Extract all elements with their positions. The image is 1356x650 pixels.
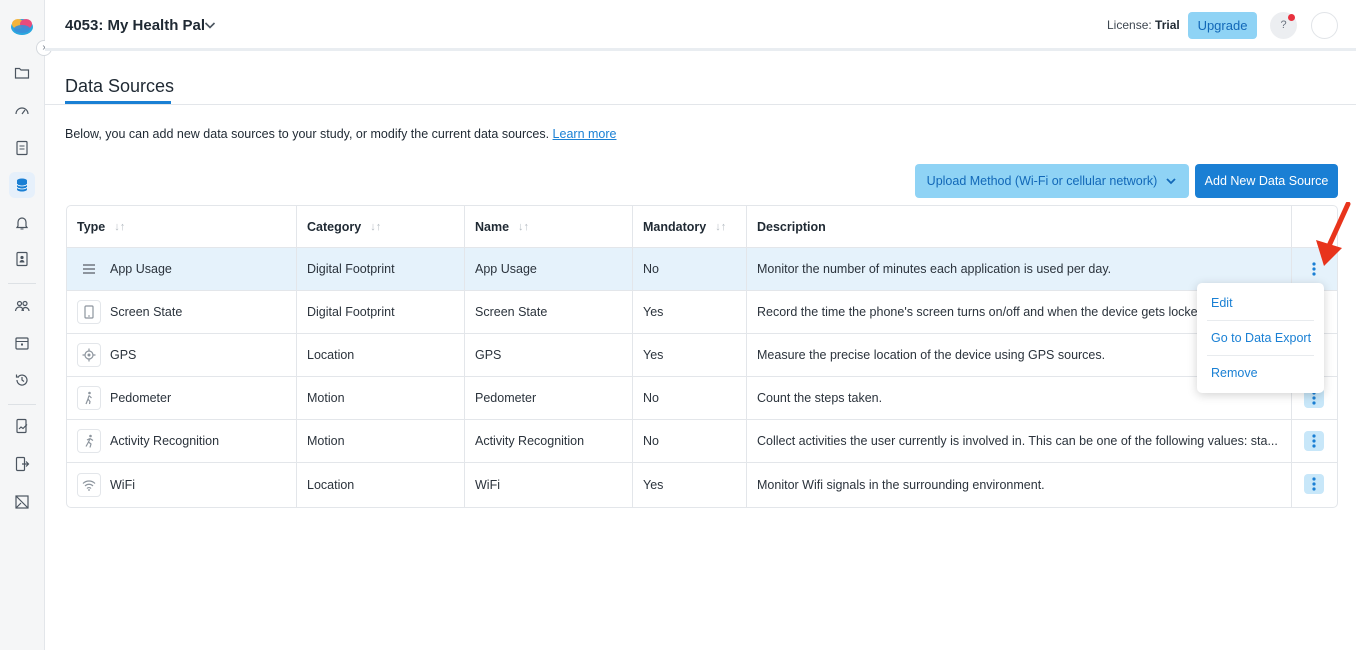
category-cell: Digital Footprint [307,262,395,276]
category-cell: Location [307,348,355,362]
name-cell: App Usage [475,262,537,276]
wifi-icon [77,472,101,497]
type-label: Screen State [110,305,183,319]
kebab-menu-icon [1312,434,1316,448]
nav-analytics-icon[interactable] [9,489,35,515]
table-row[interactable]: Pedometer Motion Pedometer No Count the … [67,377,1337,420]
mandatory-cell: No [643,391,659,405]
sort-icon[interactable]: ↓↑ [715,221,726,233]
category-cell: Motion [307,434,345,448]
table-row[interactable]: App Usage Digital Footprint App Usage No… [67,248,1337,291]
column-divider [746,206,747,507]
nav-calendar-icon[interactable] [9,330,35,356]
row-actions-button[interactable] [1304,474,1324,494]
chevron-down-icon[interactable] [203,18,217,32]
nav-document-icon[interactable] [9,135,35,161]
mandatory-cell: Yes [643,348,664,362]
upgrade-button[interactable]: Upgrade [1188,12,1257,39]
walking-icon [77,386,101,410]
nav-separator [8,404,36,405]
nav-export-icon[interactable] [9,451,35,477]
table-header-row: Type ↓↑ Category ↓↑ Name ↓↑ Mandatory ↓↑ Des… [67,206,1337,248]
running-icon [77,429,101,453]
column-header-name[interactable]: Name ↓↑ [465,206,633,247]
intro-sentence: Below, you can add new data sources to y… [65,127,550,141]
category-cell: Location [307,477,355,492]
category-cell: Motion [307,391,345,405]
column-divider [464,206,465,507]
data-sources-table: Type ↓↑ Category ↓↑ Name ↓↑ Mandatory ↓↑ Des… [66,205,1338,508]
sort-icon[interactable]: ↓↑ [518,221,529,233]
license-value: Trial [1155,18,1180,32]
intro-text: Below, you can add new data sources to y… [65,127,616,141]
sidebar: › [0,0,52,650]
gps-icon [77,343,101,367]
row-actions-button[interactable] [1304,431,1324,451]
menu-item-edit[interactable]: Edit [1197,286,1324,320]
column-header-description: Description [757,219,826,234]
study-title[interactable]: 4053: My Health Pal [65,17,205,34]
name-cell: WiFi [475,477,500,492]
sort-icon[interactable]: ↓↑ [114,221,125,233]
nav-history-icon[interactable] [9,367,35,393]
column-divider [296,206,297,507]
nav-bell-icon[interactable] [9,210,35,236]
upload-method-label: Upload Method (Wi-Fi or cellular network… [926,174,1158,188]
add-new-data-source-button[interactable]: Add New Data Source [1195,164,1338,198]
menu-item-go-to-data-export[interactable]: Go to Data Export [1197,321,1324,355]
upload-method-dropdown[interactable]: Upload Method (Wi-Fi or cellular network… [915,164,1189,198]
row-actions-menu: Edit Go to Data Export Remove [1197,283,1324,393]
type-label: WiFi [110,477,135,492]
kebab-menu-icon [1312,391,1316,405]
mandatory-cell: Yes [643,305,664,319]
category-cell: Digital Footprint [307,305,395,319]
app-usage-icon [77,257,101,281]
type-label: App Usage [110,262,172,276]
mandatory-cell: Yes [643,477,664,492]
type-label: GPS [110,348,137,362]
nav-contact-icon[interactable] [9,246,35,272]
table-row[interactable]: GPS Location GPS Yes Measure the precise… [67,334,1337,377]
description-cell: Collect activities the user currently is… [757,434,1278,448]
license-info: License: Trial [1107,18,1180,32]
type-label: Pedometer [110,391,172,405]
nav-separator [8,283,36,284]
menu-item-remove[interactable]: Remove [1197,356,1324,390]
table-row[interactable]: Screen State Digital Footprint Screen St… [67,291,1337,334]
name-cell: Activity Recognition [475,434,585,448]
annotation-arrow-icon [1316,202,1351,266]
name-cell: Pedometer [475,391,537,405]
nav-folder-icon[interactable] [9,60,35,86]
page-title[interactable]: Data Sources [65,76,174,97]
avatar[interactable] [1311,12,1338,39]
kebab-menu-icon [1312,477,1316,491]
divider [45,104,1356,105]
learn-more-link[interactable]: Learn more [553,127,617,141]
table-row[interactable]: Activity Recognition Motion Activity Rec… [67,420,1337,463]
top-header: 4053: My Health Pal License: Trial Upgra… [45,0,1356,51]
mandatory-cell: No [643,262,659,276]
nav-report-icon[interactable] [9,413,35,439]
column-header-category[interactable]: Category ↓↑ [297,206,465,247]
type-label: Activity Recognition [110,434,220,448]
license-label: License: [1107,18,1152,32]
table-row[interactable]: WiFi Location WiFi Yes Monitor Wifi sign… [67,463,1337,506]
name-cell: GPS [475,348,502,362]
column-header-type[interactable]: Type ↓↑ [67,206,297,247]
notification-dot [1288,14,1295,21]
description-cell: Monitor Wifi signals in the surrounding … [757,477,1045,492]
nav-dashboard-icon[interactable] [9,98,35,124]
chevron-down-icon [1166,178,1176,185]
column-header-mandatory[interactable]: Mandatory ↓↑ [633,206,747,247]
mandatory-cell: No [643,434,659,448]
app-logo-icon[interactable] [10,14,34,38]
column-divider [632,206,633,507]
screen-state-icon [77,300,101,324]
sort-icon[interactable]: ↓↑ [370,221,381,233]
name-cell: Screen State [475,305,548,319]
nav-database-icon[interactable] [9,172,35,198]
nav-users-icon[interactable] [9,293,35,319]
